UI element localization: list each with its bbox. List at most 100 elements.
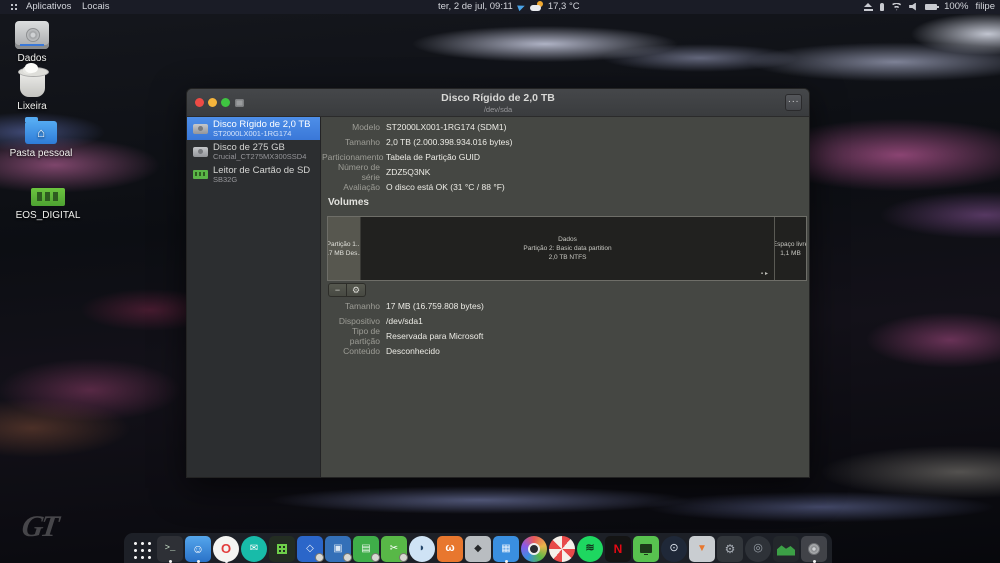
dock-steam-icon[interactable]: ⊙ [661,535,687,562]
detail-row: Tamanho 2,0 TB (2.000.398.934.016 bytes) [322,134,809,149]
dock-settings-icon[interactable]: ⚙ [717,535,743,562]
delete-partition-button[interactable]: − [328,283,347,297]
detail-value: ZDZ5Q3NK [386,166,431,177]
hamburger-menu-button[interactable]: ··· [785,94,802,111]
volume-segment-free-space[interactable]: Espaço livre 1,1 MB [774,217,806,280]
username-text: filipe [975,1,995,12]
top-panel: Aplicativos Locais ter, 2 de jul, 09:11 … [0,0,1000,14]
dock-spotify-icon[interactable]: ≋ [577,535,603,562]
sidebar-item-disk-275gb[interactable]: Disco de 275 GB Crucial_CT275MX300SSD4 [187,140,320,163]
sidebar-item-disk-2tb[interactable]: Disco Rígido de 2,0 TB ST2000LX001-1RG17… [187,117,320,140]
dock-opera-icon[interactable]: O [213,535,239,563]
detail-row: Tamanho 17 MB (16.759.808 bytes) [322,298,809,313]
dock-inkscape-icon[interactable]: ◆ [465,535,491,562]
segment-line: Espaço livre [774,240,806,248]
sd-card-icon [193,170,208,179]
system-indicators[interactable]: 100% filipe [864,1,995,12]
dock-dolphin-browser-icon[interactable]: ◗ [409,535,435,562]
partition-details: Tamanho 17 MB (16.759.808 bytes) Disposit… [322,298,809,358]
dock-app-launcher-icon[interactable] [129,536,155,562]
dock-photos-icon[interactable] [521,535,547,562]
partition-options-button[interactable]: ⚙ [347,283,366,297]
dock-planner-icon[interactable]: ▦ [493,535,519,563]
dock-screenshot-icon[interactable]: ✂ [381,535,408,562]
dock-mail-icon[interactable]: ✉ [241,535,267,562]
sidebar-item-subtitle: ST2000LX001-1RG174 [213,128,292,138]
detail-label: Número de série [337,161,380,182]
desktop-icon-label: Pasta pessoal [9,148,73,159]
dock-terminal-icon[interactable]: >_ [157,535,183,563]
dock-retro-games-icon[interactable] [633,535,659,562]
detail-value: 2,0 TB (2.000.398.934.016 bytes) [386,136,513,147]
disks-window: Disco Rígido de 2,0 TB /dev/sda ··· Disc… [186,88,810,478]
volume-segment-partition1[interactable]: Partição 1... 17 MB Des... [328,217,361,280]
dock-utilities-icon[interactable]: ◎ [745,535,771,562]
maximize-button[interactable] [221,98,230,107]
window-subtitle: /dev/sda [483,105,513,114]
dock-code-icon[interactable]: ◇ [297,535,324,562]
dock-gimp-icon[interactable]: ω [437,535,463,562]
battery-percent: 100% [944,1,969,12]
drive-icon [15,21,49,49]
dock-disks-icon[interactable] [801,535,827,563]
battery-icon [925,3,940,10]
detail-value: O disco está OK (31 °C / 88 °F) [386,181,505,192]
detail-value: Reservada para Microsoft [386,330,484,341]
sidebar-item-subtitle: SB32G [213,174,238,184]
detail-label: Tamanho [345,300,380,311]
volume-icon [909,2,916,11]
telegram-icon [516,2,526,11]
dock-devtool-icon[interactable]: ▣ [325,535,352,562]
detail-value: Desconhecido [386,345,440,356]
dock-files-icon[interactable]: ☺ [185,535,211,563]
disk-sidebar: Disco Rígido de 2,0 TB ST2000LX001-1RG17… [187,117,321,477]
clock-applet[interactable]: ter, 2 de jul, 09:11 17,3 °C [438,1,580,12]
disk-detail-pane: Modelo ST2000LX001-1RG174 (SDM1) Tamanho 2… [322,117,809,477]
trash-icon [17,63,49,97]
volumes-heading: Volumes [328,197,369,208]
wifi-icon [891,2,903,11]
detail-label: Tamanho [345,136,380,147]
dock-items: >_ ☺ O ✉ ◇ ▣ ▤ ✂ ◗ ω ◆ ▦ ≋ N ⊙ ▼ ⚙ ◎ [129,535,827,563]
detail-row: Conteúdo Desconhecido [322,343,809,358]
weather-icon [529,1,543,11]
segment-line: 1,1 MB [780,249,801,257]
desktop-icon-eos-digital[interactable]: EOS_DIGITAL [7,188,89,221]
detail-value: 17 MB (16.759.808 bytes) [386,300,484,311]
segment-line: Dados [558,236,577,243]
segment-line: 2,0 TB NTFS [548,254,587,261]
temperature-text: 17,3 °C [547,1,580,12]
clock-text: ter, 2 de jul, 09:11 [438,1,513,12]
close-button[interactable] [195,98,204,107]
disk-details: Modelo ST2000LX001-1RG174 (SDM1) Tamanho 2… [322,119,809,194]
mounted-icon: ▪▸ [760,271,770,277]
drive-icon [193,123,208,134]
detail-label: Dispositivo [338,315,380,326]
menu-aplicativos[interactable]: Aplicativos [26,1,71,12]
desktop-icon-pasta-pessoal[interactable]: ⌂ Pasta pessoal [0,117,82,159]
sidebar-item-sd-reader[interactable]: Leitor de Cartão de SD SB32G [187,163,320,186]
desktop-icon-dados[interactable]: Dados [0,21,73,64]
window-app-icon [235,99,244,107]
volume-segment-partition2[interactable]: Dados Partição 2: Basic data partition 2… [361,217,774,280]
dock-system-monitor-icon[interactable] [773,535,799,562]
detail-row: Tipo de partição Reservada para Microsoft [322,326,809,346]
dock-media-player-icon[interactable] [549,535,575,562]
detail-value: ST2000LX001-1RG174 (SDM1) [386,121,507,132]
detail-value: Tabela de Partição GUID [386,151,481,162]
home-folder-icon: ⌂ [25,117,57,144]
sd-card-icon [31,188,65,206]
minimize-button[interactable] [208,98,217,107]
menu-locais[interactable]: Locais [82,1,109,12]
detail-row: Número de série ZDZ5Q3NK [322,161,809,182]
dock-appcenter-icon[interactable]: ▼ [689,535,715,562]
dock-github-icon[interactable] [269,535,295,562]
sidebar-item-subtitle: Crucial_CT275MX300SSD4 [213,151,307,161]
desktop-icon-lixeira[interactable]: Lixeira [0,63,73,112]
app-grid-icon[interactable] [10,3,19,12]
dock-office-doc-icon[interactable]: ▤ [353,535,380,562]
desktop: GT Aplicativos Locais ter, 2 de jul, 09:… [0,0,1000,563]
window-titlebar[interactable]: Disco Rígido de 2,0 TB /dev/sda ··· [187,89,809,117]
detail-row: Modelo ST2000LX001-1RG174 (SDM1) [322,119,809,134]
dock-netflix-icon[interactable]: N [605,535,631,562]
